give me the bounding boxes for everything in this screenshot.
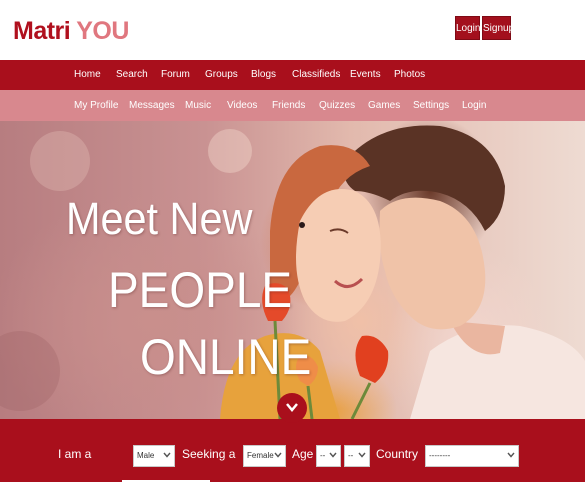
- country-label: Country: [376, 447, 419, 461]
- logo-text-matri: Matri: [13, 17, 71, 45]
- primary-nav: Home Search Forum Groups Blogs Classifie…: [0, 60, 585, 90]
- chevron-down-icon: [329, 452, 337, 458]
- nav-groups[interactable]: Groups: [205, 60, 238, 90]
- nav-forum[interactable]: Forum: [161, 60, 190, 90]
- nav-videos[interactable]: Videos: [227, 90, 257, 121]
- seeking-label: Seeking a: [182, 447, 236, 461]
- nav-messages[interactable]: Messages: [129, 90, 175, 121]
- chevron-down-icon: [507, 452, 515, 458]
- header-signup-button[interactable]: Signup: [482, 16, 514, 40]
- nav-events[interactable]: Events: [350, 60, 381, 90]
- age-label: Age: [292, 447, 314, 461]
- logo-text-you: YOU: [76, 17, 129, 45]
- nav-search[interactable]: Search: [116, 60, 148, 90]
- age-to-select[interactable]: --: [344, 445, 370, 467]
- hero-heading-line1: Meet New: [66, 193, 253, 244]
- age-from-value: --: [320, 451, 326, 460]
- secondary-nav: My Profile Messages Music Videos Friends…: [0, 90, 585, 121]
- nav-classifieds[interactable]: Classifieds: [292, 60, 340, 90]
- site-header: Matri YOU Login Signup: [0, 0, 585, 60]
- quick-search-bar: I am a Male Seeking a Female Age -- -- C…: [0, 419, 585, 482]
- nav-quizzes[interactable]: Quizzes: [319, 90, 355, 121]
- age-to-value: --: [348, 451, 354, 460]
- chevron-down-icon: [274, 452, 282, 458]
- age-from-select[interactable]: --: [316, 445, 341, 467]
- hero-heading-line2: PEOPLE: [108, 262, 293, 318]
- nav-games[interactable]: Games: [368, 90, 400, 121]
- header-login-button[interactable]: Login: [455, 16, 480, 40]
- nav-photos[interactable]: Photos: [394, 60, 425, 90]
- country-select[interactable]: --------: [425, 445, 519, 467]
- nav-home[interactable]: Home: [74, 60, 101, 90]
- seeking-select[interactable]: Female: [243, 445, 286, 467]
- hero-heading-line3: ONLINE: [140, 329, 312, 385]
- gender-select[interactable]: Male: [133, 445, 175, 467]
- chevron-down-icon: [163, 452, 171, 458]
- nav-blogs[interactable]: Blogs: [251, 60, 276, 90]
- seeking-select-value: Female: [247, 451, 274, 460]
- site-logo[interactable]: Matri YOU: [13, 17, 129, 46]
- scroll-down-button[interactable]: [277, 393, 307, 423]
- nav-music[interactable]: Music: [185, 90, 211, 121]
- chevron-down-icon: [358, 452, 366, 458]
- gender-select-value: Male: [137, 451, 155, 460]
- nav-friends[interactable]: Friends: [272, 90, 305, 121]
- country-select-value: --------: [429, 451, 451, 460]
- nav-my-profile[interactable]: My Profile: [74, 90, 118, 121]
- hero-banner: Meet New PEOPLE ONLINE: [0, 121, 585, 419]
- nav-settings[interactable]: Settings: [413, 90, 449, 121]
- nav-login[interactable]: Login: [462, 90, 486, 121]
- chevron-down-icon: [286, 403, 298, 412]
- i-am-label: I am a: [58, 447, 92, 461]
